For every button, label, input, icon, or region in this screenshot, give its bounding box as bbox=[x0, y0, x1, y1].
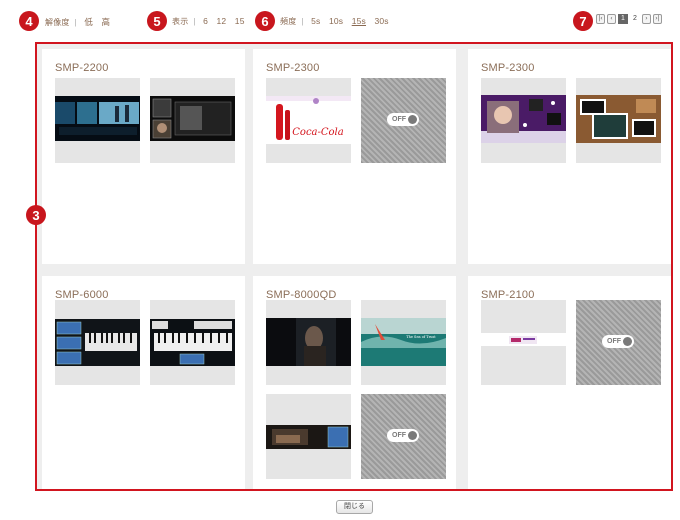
resolution-high[interactable]: 高 bbox=[101, 17, 110, 27]
monitor-panel: 4 解像度 | 低 高 5 表示 | 6 12 15 6 頻度 | 5s 10s 15… bbox=[0, 0, 680, 520]
display-option-6[interactable]: 6 bbox=[203, 16, 208, 26]
display-option-12[interactable]: 12 bbox=[217, 16, 227, 26]
interval-option-30s[interactable]: 30s bbox=[374, 16, 388, 26]
resolution-label: 解像度 bbox=[45, 18, 70, 27]
pagination: |‹ ‹ 1 2 › ›| bbox=[596, 14, 662, 24]
prev-page-icon[interactable]: ‹ bbox=[607, 14, 616, 24]
interval-label: 頻度 bbox=[280, 17, 297, 26]
resolution-control: 解像度 | 低 高 bbox=[45, 17, 111, 27]
page-1[interactable]: 1 bbox=[618, 14, 628, 24]
interval-option-5s[interactable]: 5s bbox=[311, 16, 320, 26]
display-option-15[interactable]: 15 bbox=[235, 16, 245, 26]
interval-option-15s[interactable]: 15s bbox=[352, 16, 366, 26]
callout-4: 4 bbox=[19, 11, 39, 31]
next-page-icon[interactable]: › bbox=[642, 14, 651, 24]
first-page-icon[interactable]: |‹ bbox=[596, 14, 605, 24]
interval-control: 頻度 | 5s 10s 15s 30s bbox=[280, 16, 389, 26]
close-button[interactable]: 閉じる bbox=[336, 500, 373, 514]
display-count-control: 表示 | 6 12 15 bbox=[172, 16, 245, 26]
callout-6: 6 bbox=[255, 11, 275, 31]
callout-5: 5 bbox=[147, 11, 167, 31]
page-2[interactable]: 2 bbox=[630, 14, 640, 24]
callout-7: 7 bbox=[573, 11, 593, 31]
player-grid-highlight bbox=[35, 42, 673, 491]
callout-3: 3 bbox=[26, 205, 46, 225]
interval-option-10s[interactable]: 10s bbox=[329, 16, 343, 26]
display-label: 表示 bbox=[172, 17, 189, 26]
resolution-low[interactable]: 低 bbox=[84, 17, 93, 27]
last-page-icon[interactable]: ›| bbox=[653, 14, 662, 24]
